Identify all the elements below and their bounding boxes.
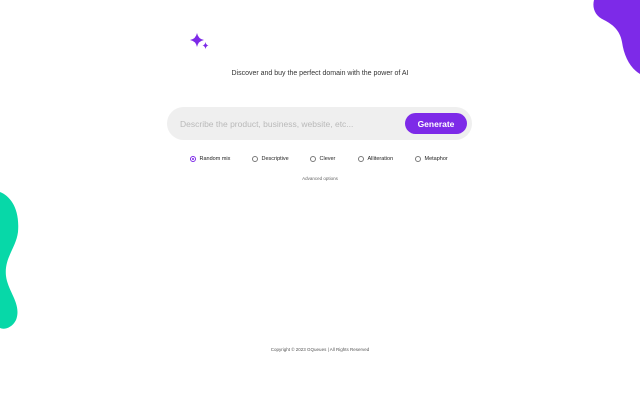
search-bar: Generate — [167, 107, 472, 140]
style-options-radio-group: Random mix Descriptive Clever Alliterati… — [0, 154, 640, 164]
sparkle-large — [190, 33, 204, 47]
generate-button[interactable]: Generate — [405, 113, 467, 134]
radio-unselected-icon[interactable] — [310, 156, 316, 162]
style-option-label: Metaphor — [424, 156, 448, 162]
radio-unselected-icon[interactable] — [415, 156, 421, 162]
advanced-options-link[interactable]: Advanced options — [0, 176, 640, 181]
decorative-blob-top-right — [593, 0, 640, 74]
radio-unselected-icon[interactable] — [358, 156, 364, 162]
blob-shape — [0, 192, 19, 329]
radio-unselected-icon[interactable] — [252, 156, 258, 162]
style-option-alliteration[interactable]: Alliteration — [358, 154, 393, 164]
style-option-descriptive[interactable]: Descriptive — [252, 154, 289, 164]
style-option-metaphor[interactable]: Metaphor — [415, 154, 448, 164]
style-option-random-mix[interactable]: Random mix — [190, 154, 230, 164]
sparkle-small — [202, 42, 209, 49]
radio-selected-icon[interactable] — [190, 156, 196, 162]
decorative-blob-left — [0, 192, 19, 329]
hero-tagline: Discover and buy the perfect domain with… — [231, 70, 409, 77]
style-option-label: Descriptive — [261, 156, 289, 162]
style-option-label: Alliteration — [367, 156, 394, 162]
style-option-clever[interactable]: Clever — [310, 154, 335, 164]
style-option-label: Random mix — [199, 156, 231, 162]
blob-shape — [593, 0, 640, 74]
sparkle-icon — [190, 33, 209, 49]
description-input[interactable] — [167, 107, 399, 140]
style-option-label: Clever — [319, 156, 336, 162]
footer-copyright: Copyright © 2023 GQueues | All Rights Re… — [270, 347, 370, 352]
